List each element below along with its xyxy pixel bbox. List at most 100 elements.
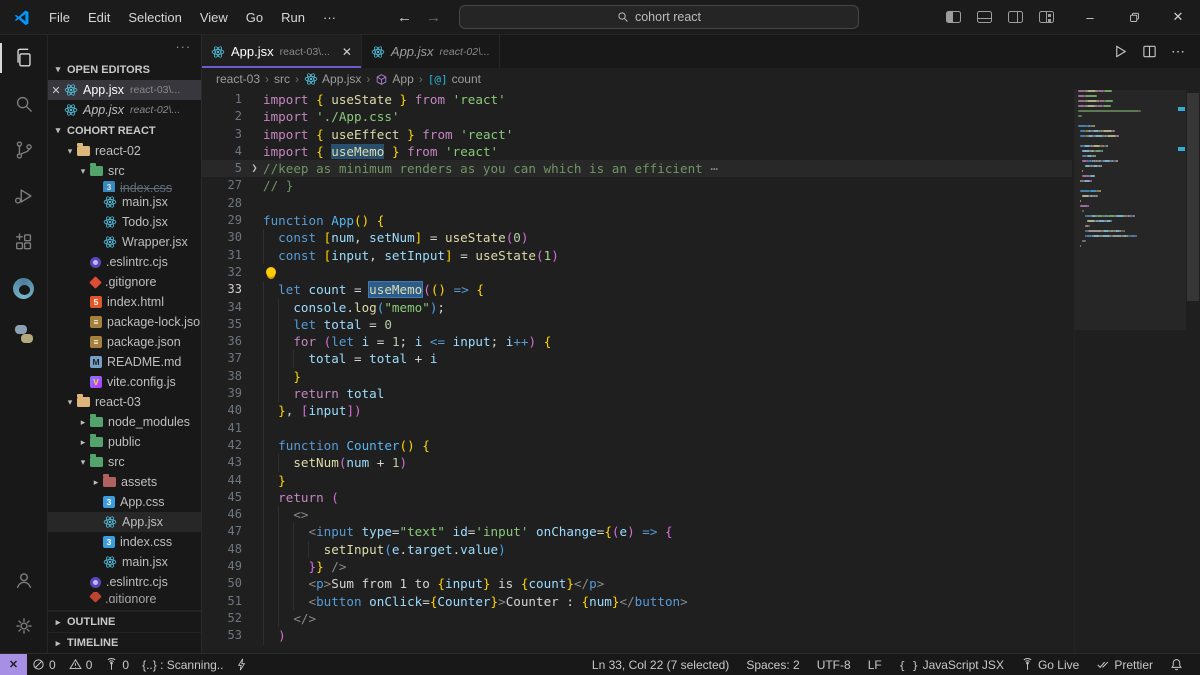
- forward-arrow-icon[interactable]: →: [426, 9, 441, 26]
- statusbar-prettier[interactable]: Prettier: [1091, 654, 1158, 675]
- code-line-33[interactable]: 33 let count = useMemo(() => {: [202, 281, 1072, 299]
- tree-item-.gitignore[interactable]: .gitignore: [48, 272, 201, 292]
- statusbar-problems-warnings[interactable]: 0: [64, 654, 98, 675]
- code-line-50[interactable]: 50 <p>Sum from 1 to {input} is {count}</p…: [202, 575, 1072, 593]
- statusbar-cursor-position[interactable]: Ln 33, Col 22 (7 selected): [587, 654, 734, 675]
- open-editor-app.jsx[interactable]: App.jsx react-02\...: [48, 100, 201, 120]
- tree-item-react-03[interactable]: ▾ react-03: [48, 392, 201, 412]
- code-line-1[interactable]: 1 import { useState } from 'react': [202, 91, 1072, 108]
- tree-item-app.css[interactable]: 3 App.css: [48, 492, 201, 512]
- tree-item-node_modules[interactable]: ▸ node_modules: [48, 412, 201, 432]
- tab-app.jsx[interactable]: App.jsx react-03\... ✕: [202, 35, 362, 68]
- tree-item-.gitignore[interactable]: .gitignore: [48, 592, 201, 603]
- statusbar-code-actions[interactable]: [231, 654, 252, 675]
- menu-view[interactable]: View: [191, 10, 237, 25]
- search-icon[interactable]: [0, 81, 48, 127]
- code-line-53[interactable]: 53): [202, 627, 1072, 645]
- timeline-header[interactable]: ▸ TIMELINE: [48, 632, 201, 653]
- toggle-sidebar-icon[interactable]: [946, 11, 961, 23]
- vertical-scrollbar[interactable]: [1186, 90, 1200, 653]
- tree-item-src[interactable]: ▾ src: [48, 161, 201, 181]
- toggle-panel-icon[interactable]: [977, 11, 992, 23]
- code-line-37[interactable]: 37 total = total + i: [202, 350, 1072, 368]
- code-line-35[interactable]: 35 let total = 0: [202, 315, 1072, 334]
- code-line-4[interactable]: 4 import { useMemo } from 'react': [202, 143, 1072, 160]
- menu-go[interactable]: Go: [237, 10, 272, 25]
- tree-item-todo.jsx[interactable]: Todo.jsx: [48, 212, 201, 232]
- code-line-42[interactable]: 42 function Counter() {: [202, 436, 1072, 455]
- code-line-39[interactable]: 39 return total: [202, 385, 1072, 403]
- remote-indicator[interactable]: ✕: [0, 653, 27, 675]
- statusbar-problems-errors[interactable]: 0: [27, 654, 61, 675]
- code-line-51[interactable]: 51 <button onClick={Counter}>Counter : {n…: [202, 592, 1072, 610]
- code-line-45[interactable]: 45 return (: [202, 488, 1072, 507]
- menu-[interactable]: ···: [314, 10, 345, 25]
- edge-devtools-icon[interactable]: [0, 265, 48, 311]
- code-line-32[interactable]: 32: [202, 264, 1072, 281]
- code-line-5[interactable]: 5 ❯//keep as minimum renders as you can w…: [202, 160, 1072, 178]
- statusbar-notifications[interactable]: [1165, 654, 1188, 675]
- code-line-44[interactable]: 44}: [202, 471, 1072, 489]
- code-line-47[interactable]: 47 <input type="text" id='input' onChange…: [202, 523, 1072, 541]
- code-line-41[interactable]: 41: [202, 419, 1072, 437]
- tab-close-icon[interactable]: ✕: [342, 45, 352, 59]
- breadcrumb-app.jsx[interactable]: App.jsx: [304, 72, 361, 86]
- tree-item-package.json[interactable]: ≡ package.json: [48, 332, 201, 352]
- code-line-40[interactable]: 40}, [input]): [202, 402, 1072, 420]
- menu-run[interactable]: Run: [272, 10, 314, 25]
- minimize-button[interactable]: –: [1068, 0, 1112, 35]
- statusbar-language-mode[interactable]: { } JavaScript JSX: [894, 654, 1009, 675]
- explorer-icon[interactable]: [0, 35, 48, 81]
- lightbulb-icon[interactable]: [266, 266, 276, 277]
- code-line-34[interactable]: 34 console.log("memo");: [202, 298, 1072, 316]
- code-line-36[interactable]: 36 for (let i = 1; i <= input; i++) {: [202, 333, 1072, 351]
- breadcrumb-count[interactable]: [@] count: [428, 72, 481, 86]
- customize-layout-icon[interactable]: [1039, 11, 1054, 23]
- code-line-49[interactable]: 49}} />: [202, 558, 1072, 576]
- outline-header[interactable]: ▸ OUTLINE: [48, 611, 201, 632]
- tree-item-.eslintrc.cjs[interactable]: .eslintrc.cjs: [48, 572, 201, 592]
- close-icon[interactable]: ✕: [48, 84, 64, 97]
- menu-edit[interactable]: Edit: [79, 10, 119, 25]
- tree-item-package-lock.json[interactable]: ≡ package-lock.json: [48, 312, 201, 332]
- code-line-46[interactable]: 46 <>: [202, 506, 1072, 524]
- tree-item-public[interactable]: ▸ public: [48, 432, 201, 452]
- code-line-43[interactable]: 43 setNum(num + 1): [202, 454, 1072, 472]
- scrollbar-thumb[interactable]: [1187, 93, 1199, 301]
- code-line-52[interactable]: 52 </>: [202, 609, 1072, 628]
- breadcrumb-react-03[interactable]: react-03: [216, 72, 260, 86]
- statusbar-eol[interactable]: LF: [863, 654, 887, 675]
- tab-app.jsx-preview[interactable]: App.jsx react-02\...: [361, 35, 500, 68]
- statusbar-ports[interactable]: 0: [100, 654, 134, 675]
- code-editor[interactable]: 1 import { useState } from 'react' 2 import…: [202, 90, 1200, 653]
- statusbar-indentation[interactable]: Spaces: 2: [741, 654, 804, 675]
- tree-item-src[interactable]: ▾ src: [48, 452, 201, 472]
- code-line-48[interactable]: 48 setInput(e.target.value): [202, 540, 1072, 559]
- tree-item-main.jsx[interactable]: main.jsx: [48, 552, 201, 572]
- statusbar-go-live[interactable]: Go Live: [1016, 654, 1084, 675]
- code-line-31[interactable]: 31 const [input, setInput] = useState(1): [202, 246, 1072, 264]
- explorer-more-actions-icon[interactable]: ···: [176, 40, 192, 54]
- statusbar-encoding[interactable]: UTF-8: [812, 654, 856, 675]
- tree-item-index.css[interactable]: 3 index.css: [48, 532, 201, 552]
- extensions-icon[interactable]: [0, 219, 48, 265]
- open-editor-app.jsx[interactable]: ✕ App.jsx react-03\...: [48, 80, 201, 100]
- run-icon[interactable]: [1113, 44, 1128, 59]
- breadcrumb-src[interactable]: src: [274, 72, 290, 86]
- code-line-2[interactable]: 2 import './App.css': [202, 108, 1072, 125]
- code-line-28[interactable]: 28: [202, 195, 1072, 212]
- code-line-30[interactable]: 30 const [num, setNum] = useState(0): [202, 229, 1072, 247]
- source-control-icon[interactable]: [0, 127, 48, 173]
- tree-item-react-02[interactable]: ▾ react-02: [48, 141, 201, 161]
- settings-icon[interactable]: [0, 603, 48, 649]
- back-arrow-icon[interactable]: ←: [397, 9, 412, 26]
- tree-item-.eslintrc.cjs[interactable]: .eslintrc.cjs: [48, 252, 201, 272]
- fold-chevron-icon[interactable]: ❯: [246, 160, 263, 177]
- tree-item-main.jsx[interactable]: main.jsx: [48, 192, 201, 212]
- open-editors-header[interactable]: ▾ OPEN EDITORS: [48, 59, 201, 80]
- command-center-search[interactable]: cohort react: [459, 5, 859, 29]
- code-line-3[interactable]: 3 import { useEffect } from 'react': [202, 126, 1072, 143]
- more-actions-icon[interactable]: ⋯: [1171, 43, 1186, 61]
- toggle-secondary-sidebar-icon[interactable]: [1008, 11, 1023, 23]
- tree-item-assets[interactable]: ▸ assets: [48, 472, 201, 492]
